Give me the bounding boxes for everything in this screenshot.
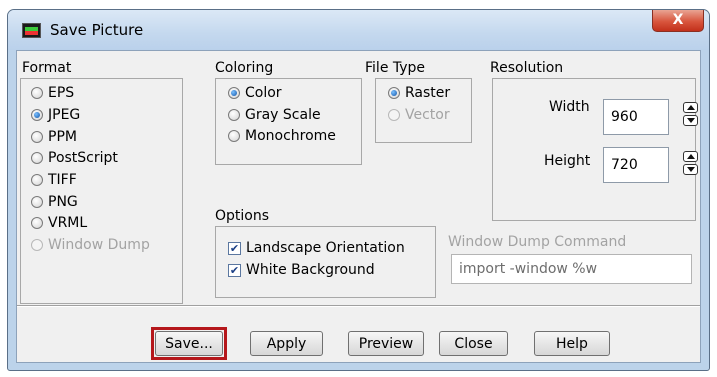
- app-icon: [22, 23, 41, 38]
- radio-icon: [31, 196, 43, 208]
- coloring-option-label: Monochrome: [245, 128, 336, 144]
- coloring-option-gray-scale[interactable]: Gray Scale: [228, 107, 321, 123]
- radio-selected-icon: [388, 87, 400, 99]
- radio-selected-icon: [228, 87, 240, 99]
- width-label: Width: [549, 99, 590, 115]
- save-picture-dialog: Save Picture X Format EPS JPEG PPM PostS…: [7, 9, 710, 371]
- radio-icon: [31, 87, 43, 99]
- window-dump-command-label: Window Dump Command: [448, 234, 627, 250]
- height-input[interactable]: 720: [603, 147, 669, 183]
- format-option-ppm[interactable]: PPM: [31, 129, 77, 145]
- format-option-label: PPM: [48, 129, 77, 145]
- white-background-checkbox[interactable]: ✔ White Background: [228, 262, 375, 278]
- file-type-option-label: Raster: [405, 85, 451, 101]
- format-option-eps[interactable]: EPS: [31, 85, 74, 101]
- radio-icon: [228, 109, 240, 121]
- help-button[interactable]: Help: [534, 331, 610, 356]
- format-option-label: TIFF: [48, 172, 77, 188]
- coloring-option-color[interactable]: Color: [228, 85, 282, 101]
- increment-arrow-icon[interactable]: [683, 102, 698, 113]
- landscape-orientation-label: Landscape Orientation: [246, 240, 405, 256]
- format-label: Format: [22, 60, 72, 76]
- options-label: Options: [215, 208, 270, 224]
- title-bar[interactable]: Save Picture X: [8, 10, 709, 50]
- height-spinner[interactable]: [683, 151, 700, 175]
- radio-icon: [388, 109, 400, 121]
- format-option-tiff[interactable]: TIFF: [31, 172, 77, 188]
- checkmark-icon: ✔: [228, 241, 241, 255]
- preview-button[interactable]: Preview: [348, 331, 424, 356]
- resolution-label: Resolution: [490, 60, 564, 76]
- width-spinner[interactable]: [683, 102, 700, 126]
- decrement-arrow-icon[interactable]: [683, 115, 698, 126]
- close-button[interactable]: Close: [439, 331, 508, 356]
- radio-icon: [31, 152, 43, 164]
- coloring-option-label: Color: [245, 85, 282, 101]
- decrement-arrow-icon[interactable]: [683, 164, 698, 175]
- window-dump-command-input: import -window %w: [451, 254, 692, 284]
- close-window-button[interactable]: X: [652, 10, 704, 32]
- apply-button[interactable]: Apply: [250, 331, 323, 356]
- file-type-label: File Type: [365, 60, 426, 76]
- white-background-label: White Background: [246, 262, 375, 278]
- dialog-body: Format EPS JPEG PPM PostScript TIFF PNG …: [16, 50, 701, 363]
- increment-arrow-icon[interactable]: [683, 151, 698, 162]
- format-option-label: EPS: [48, 85, 75, 101]
- radio-icon: [31, 239, 43, 251]
- coloring-option-monochrome[interactable]: Monochrome: [228, 128, 336, 144]
- radio-icon: [228, 130, 240, 142]
- format-option-label: Window Dump: [48, 237, 150, 253]
- format-option-label: JPEG: [48, 107, 81, 123]
- radio-selected-icon: [31, 109, 43, 121]
- format-option-label: VRML: [48, 215, 88, 231]
- landscape-orientation-checkbox[interactable]: ✔ Landscape Orientation: [228, 240, 405, 256]
- width-input[interactable]: 960: [603, 99, 669, 135]
- file-type-option-label: Vector: [405, 107, 450, 123]
- radio-icon: [31, 217, 43, 229]
- format-option-png[interactable]: PNG: [31, 194, 78, 210]
- window-title: Save Picture: [50, 21, 144, 39]
- format-option-postscript[interactable]: PostScript: [31, 150, 118, 166]
- coloring-option-label: Gray Scale: [245, 107, 321, 123]
- format-option-window-dump: Window Dump: [31, 237, 150, 253]
- radio-icon: [31, 174, 43, 186]
- format-option-jpeg[interactable]: JPEG: [31, 107, 80, 123]
- radio-icon: [31, 131, 43, 143]
- separator: [17, 305, 700, 307]
- format-option-label: PNG: [48, 194, 78, 210]
- format-option-vrml[interactable]: VRML: [31, 215, 87, 231]
- coloring-label: Coloring: [215, 60, 274, 76]
- file-type-option-vector: Vector: [388, 107, 450, 123]
- save-button[interactable]: Save...: [155, 331, 223, 356]
- format-option-label: PostScript: [48, 150, 118, 166]
- file-type-option-raster[interactable]: Raster: [388, 85, 450, 101]
- height-label: Height: [544, 153, 591, 169]
- checkmark-icon: ✔: [228, 263, 241, 277]
